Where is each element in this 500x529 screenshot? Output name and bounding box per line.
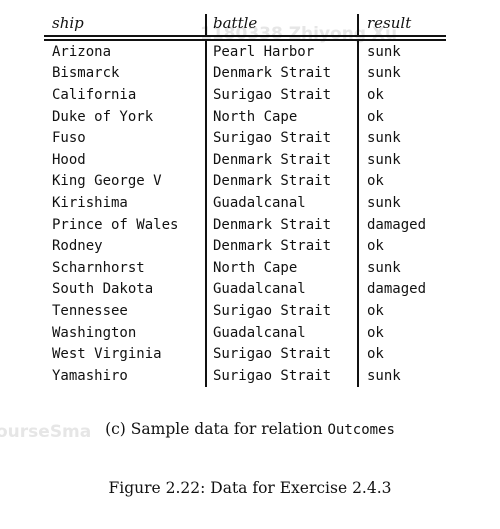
- table-row: Duke of York North Cape ok: [44, 105, 446, 128]
- cell-ship: Prince of Wales: [52, 216, 179, 233]
- table-row: Rodney Denmark Strait ok: [44, 235, 446, 257]
- cell-battle: Denmark Strait: [205, 62, 357, 85]
- cell-result: ok: [357, 321, 446, 344]
- cell-result: sunk: [357, 364, 446, 387]
- cell-battle: Denmark Strait: [205, 235, 357, 257]
- cell-result: ok: [357, 300, 446, 322]
- cell-result: sunk: [357, 148, 446, 171]
- cell-battle: Pearl Harbor: [205, 41, 357, 63]
- cell-result: sunk: [357, 41, 446, 63]
- cell-ship: Arizona: [52, 43, 112, 60]
- table-row: Yamashiro Surigao Strait sunk: [44, 364, 446, 387]
- table-row: California Surigao Strait ok: [44, 84, 446, 106]
- cell-ship: King George V: [52, 173, 162, 190]
- cell-result: ok: [357, 235, 446, 257]
- table-body: Arizona Pearl Harbor sunk Bismarck Denmark S…: [44, 41, 446, 387]
- cell-ship: California: [52, 86, 137, 103]
- cell-battle: Surigao Strait: [205, 300, 357, 322]
- cell-result: damaged: [357, 278, 446, 301]
- cell-battle: North Cape: [205, 256, 357, 279]
- table-row: West Virginia Surigao Strait ok: [44, 343, 446, 365]
- cell-result: sunk: [357, 127, 446, 149]
- cell-battle: Guadalcanal: [205, 321, 357, 344]
- header-ship: ship: [52, 14, 84, 32]
- header-battle: battle: [213, 14, 258, 32]
- cell-battle: Guadalcanal: [205, 192, 357, 214]
- cell-ship: Scharnhorst: [52, 259, 145, 276]
- cell-battle: Surigao Strait: [205, 343, 357, 365]
- table-row: South Dakota Guadalcanal damaged: [44, 278, 446, 301]
- table-row: Kirishima Guadalcanal sunk: [44, 192, 446, 214]
- figure-caption: Figure 2.22: Data for Exercise 2.4.3: [108, 479, 392, 497]
- cell-result: ok: [357, 105, 446, 128]
- cell-result: sunk: [357, 256, 446, 279]
- cell-battle: Denmark Strait: [205, 213, 357, 236]
- cell-ship: Kirishima: [52, 194, 128, 211]
- table-row: Prince of Wales Denmark Strait damaged: [44, 213, 446, 236]
- cell-ship: Washington: [52, 324, 137, 341]
- table-row: Washington Guadalcanal ok: [44, 321, 446, 344]
- cell-battle: North Cape: [205, 105, 357, 128]
- cell-ship: Tennessee: [52, 302, 128, 319]
- table-row: Scharnhorst North Cape sunk: [44, 256, 446, 279]
- outcomes-table: ship battle result Arizona Pearl Harbor su…: [44, 8, 446, 387]
- cell-battle: Denmark Strait: [205, 170, 357, 193]
- caption-text: (c) Sample data for relation: [105, 420, 328, 438]
- cell-battle: Denmark Strait: [205, 148, 357, 171]
- cell-ship: Rodney: [52, 238, 103, 255]
- table-row: Hood Denmark Strait sunk: [44, 148, 446, 171]
- table-header: ship battle result: [44, 8, 446, 35]
- table-row: Fuso Surigao Strait sunk: [44, 127, 446, 149]
- cell-result: ok: [357, 170, 446, 193]
- cell-result: ok: [357, 343, 446, 365]
- cell-ship: Duke of York: [52, 108, 154, 125]
- cell-ship: West Virginia: [52, 346, 162, 363]
- relation-name: Outcomes: [327, 422, 395, 438]
- table-row: Arizona Pearl Harbor sunk: [44, 41, 446, 63]
- cell-ship: Bismarck: [52, 65, 120, 82]
- table-row: Tennessee Surigao Strait ok: [44, 300, 446, 322]
- cell-ship: Hood: [52, 151, 86, 168]
- cell-battle: Surigao Strait: [205, 84, 357, 106]
- cell-battle: Surigao Strait: [205, 364, 357, 387]
- cell-battle: Guadalcanal: [205, 278, 357, 301]
- table-row: Bismarck Denmark Strait sunk: [44, 62, 446, 85]
- cell-result: ok: [357, 84, 446, 106]
- cell-ship: South Dakota: [52, 281, 154, 298]
- cell-result: sunk: [357, 192, 446, 214]
- table-row: King George V Denmark Strait ok: [44, 170, 446, 193]
- cell-battle: Surigao Strait: [205, 127, 357, 149]
- cell-ship: Yamashiro: [52, 367, 128, 384]
- subfigure-caption: (c) Sample data for relation Outcomes: [0, 420, 500, 438]
- cell-result: sunk: [357, 62, 446, 85]
- cell-ship: Fuso: [52, 130, 86, 147]
- cell-result: damaged: [357, 213, 446, 236]
- header-result: result: [367, 14, 412, 32]
